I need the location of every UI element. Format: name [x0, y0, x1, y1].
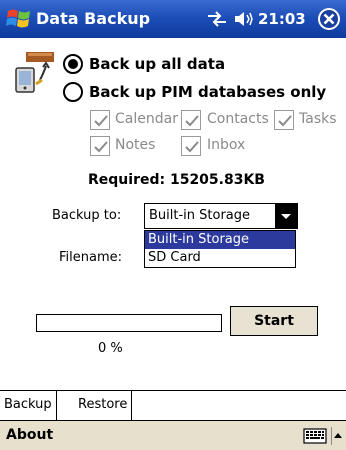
inbox-label: Inbox	[207, 137, 246, 153]
tab-backup[interactable]: Backup	[0, 391, 57, 421]
checkmark-icon	[185, 115, 199, 127]
checkmark-icon	[185, 141, 199, 153]
dropdown-option-built-in-storage[interactable]: Built-in Storage	[145, 231, 295, 249]
checkmark-icon	[94, 141, 108, 153]
keyboard-icon[interactable]	[303, 427, 327, 445]
checkmark-icon	[94, 115, 108, 127]
tasks-checkbox[interactable]	[274, 110, 294, 130]
close-icon[interactable]	[317, 7, 341, 31]
dropdown-option-sd-card[interactable]: SD Card	[145, 249, 295, 267]
menu-bar: About	[0, 420, 346, 450]
dropdown-arrow-button[interactable]	[275, 204, 297, 228]
clock[interactable]: 21:03	[258, 10, 306, 28]
backup-pim-label[interactable]: Back up PIM databases only	[89, 83, 326, 101]
volume-icon[interactable]	[233, 10, 253, 28]
backup-to-label: Backup to:	[52, 208, 122, 223]
checkmark-icon	[278, 115, 292, 127]
contacts-checkbox[interactable]	[181, 110, 201, 130]
backup-device-icon	[15, 52, 54, 93]
title-bar: Data Backup 21:03	[0, 0, 346, 38]
tab-restore[interactable]: Restore	[74, 391, 133, 421]
required-size: Required: 15205.83KB	[88, 172, 265, 188]
notes-checkbox[interactable]	[90, 136, 110, 156]
radio-dot	[68, 59, 78, 69]
calendar-checkbox[interactable]	[90, 110, 110, 130]
backup-pim-radio[interactable]	[63, 82, 83, 102]
backup-to-value: Built-in Storage	[149, 208, 251, 223]
start-button[interactable]: Start	[230, 306, 318, 336]
progress-percent: 0 %	[98, 341, 123, 356]
backup-to-select[interactable]: Built-in Storage	[144, 203, 298, 229]
tab-strip: Backup Restore	[0, 390, 346, 421]
filename-label: Filename:	[59, 250, 123, 265]
connectivity-icon[interactable]	[206, 11, 228, 27]
windows-start-icon[interactable]	[5, 5, 33, 33]
chevron-up-icon	[334, 433, 342, 438]
inbox-checkbox[interactable]	[181, 136, 201, 156]
backup-to-dropdown-list: Built-in Storage SD Card	[144, 230, 296, 268]
contacts-label: Contacts	[207, 111, 269, 127]
backup-all-label[interactable]: Back up all data	[89, 55, 225, 73]
chevron-down-icon	[281, 214, 291, 219]
notes-label: Notes	[115, 137, 156, 153]
calendar-label: Calendar	[115, 111, 178, 127]
input-panel-arrow[interactable]	[331, 427, 345, 445]
backup-all-radio[interactable]	[63, 54, 83, 74]
tasks-label: Tasks	[299, 111, 337, 127]
app-title: Data Backup	[36, 9, 151, 28]
about-menu[interactable]: About	[6, 427, 53, 443]
progress-bar	[36, 314, 222, 332]
